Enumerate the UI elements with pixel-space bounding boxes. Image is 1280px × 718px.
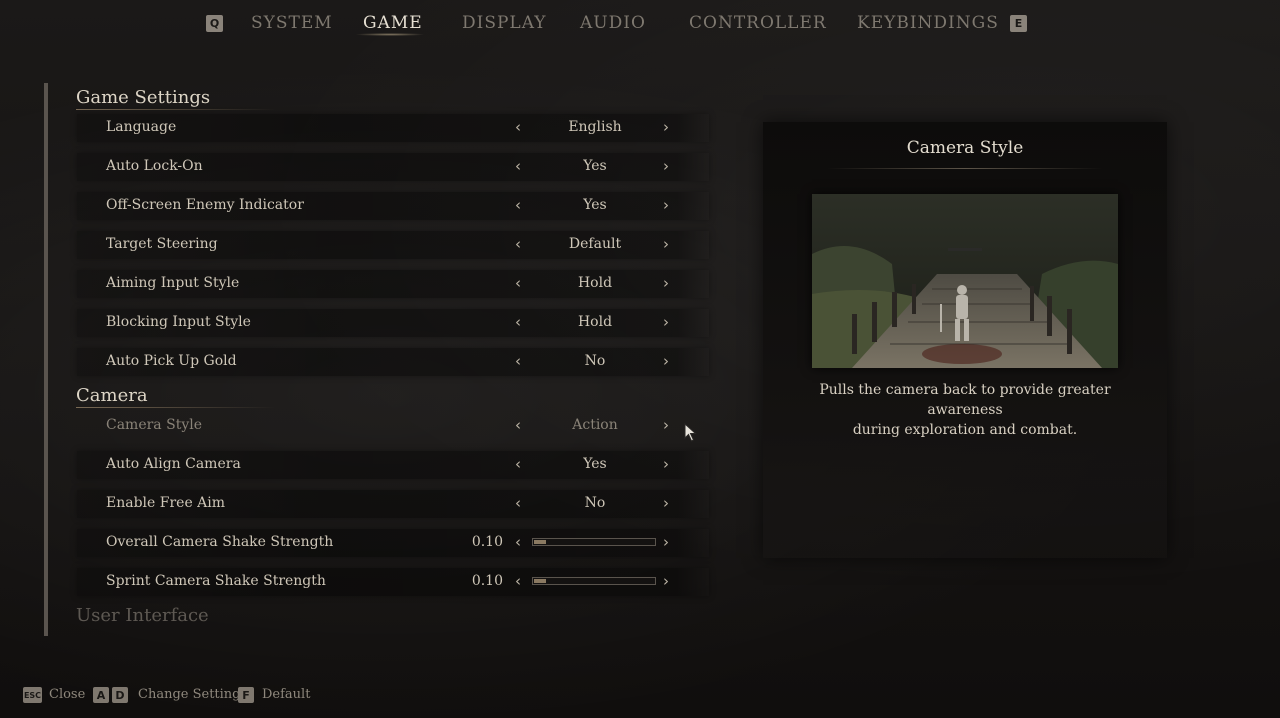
slider-fill (534, 540, 546, 544)
tab-controller[interactable]: CONTROLLER (689, 13, 827, 33)
setting-row-auto-pick-up-gold[interactable]: Auto Pick Up Gold ‹ No › (77, 348, 709, 376)
setting-row-language[interactable]: Language ‹ English › (77, 114, 709, 142)
section-header-game-settings: Game Settings (76, 87, 211, 108)
setting-value: Hold (577, 275, 613, 291)
setting-label: Language (106, 119, 177, 135)
setting-label: Auto Pick Up Gold (106, 353, 237, 369)
setting-label: Camera Style (106, 417, 202, 433)
setting-value: Yes (583, 456, 607, 472)
setting-row-enable-free-aim[interactable]: Enable Free Aim ‹ No › (77, 490, 709, 518)
chevron-left-icon[interactable]: ‹ (515, 157, 521, 175)
camera-shake-slider[interactable] (532, 538, 656, 546)
setting-label: Enable Free Aim (106, 495, 226, 511)
setting-value: No (584, 495, 606, 511)
setting-row-blocking-input-style[interactable]: Blocking Input Style ‹ Hold › (77, 309, 709, 337)
chevron-right-icon[interactable]: › (663, 274, 669, 292)
scrollbar-thumb[interactable] (44, 83, 48, 636)
tab-audio[interactable]: AUDIO (580, 13, 646, 33)
section-divider (76, 109, 276, 110)
setting-value: Yes (583, 197, 607, 213)
setting-value: No (584, 353, 606, 369)
tab-game[interactable]: GAME (363, 13, 423, 33)
chevron-left-icon[interactable]: ‹ (515, 313, 521, 331)
chevron-right-icon[interactable]: › (663, 416, 669, 434)
setting-row-auto-lock-on[interactable]: Auto Lock-On ‹ Yes › (77, 153, 709, 181)
chevron-right-icon[interactable]: › (663, 455, 669, 473)
settings-screen: Q SYSTEM GAME DISPLAY AUDIO CONTROLLER K… (0, 0, 1280, 718)
slider-fill (534, 579, 546, 583)
f-key: F (238, 687, 254, 703)
setting-row-auto-align-camera[interactable]: Auto Align Camera ‹ Yes › (77, 451, 709, 479)
close-hint[interactable]: Close (49, 687, 85, 702)
tab-display[interactable]: DISPLAY (462, 13, 547, 33)
chevron-left-icon[interactable]: ‹ (515, 533, 521, 551)
setting-value: Action (572, 417, 618, 433)
tab-system[interactable]: SYSTEM (251, 13, 333, 33)
active-tab-indicator (355, 33, 425, 36)
chevron-right-icon[interactable]: › (663, 313, 669, 331)
section-header-user-interface: User Interface (76, 605, 209, 626)
setting-label: Target Steering (106, 236, 218, 252)
setting-label: Auto Align Camera (106, 456, 241, 472)
chevron-left-icon[interactable]: ‹ (515, 572, 521, 590)
d-key: D (112, 687, 128, 703)
info-divider (827, 168, 1103, 169)
section-header-camera: Camera (76, 385, 148, 406)
mouse-cursor-icon (684, 423, 697, 442)
setting-label: Overall Camera Shake Strength (106, 534, 334, 550)
chevron-right-icon[interactable]: › (663, 352, 669, 370)
setting-row-offscreen-enemy-indicator[interactable]: Off-Screen Enemy Indicator ‹ Yes › (77, 192, 709, 220)
chevron-left-icon[interactable]: ‹ (515, 274, 521, 292)
setting-label: Aiming Input Style (106, 275, 240, 291)
chevron-right-icon[interactable]: › (663, 118, 669, 136)
info-title: Camera Style (906, 138, 1024, 158)
slider-value: 0.10 (471, 534, 503, 550)
chevron-left-icon[interactable]: ‹ (515, 196, 521, 214)
info-description-line: during exploration and combat. (852, 422, 1078, 438)
setting-label: Off-Screen Enemy Indicator (106, 197, 304, 213)
chevron-right-icon[interactable]: › (663, 572, 669, 590)
chevron-right-icon[interactable]: › (663, 157, 669, 175)
chevron-left-icon[interactable]: ‹ (515, 352, 521, 370)
chevron-left-icon[interactable]: ‹ (515, 494, 521, 512)
esc-key: ESC (23, 687, 42, 703)
chevron-right-icon[interactable]: › (663, 533, 669, 551)
slider-value: 0.10 (471, 573, 503, 589)
chevron-right-icon[interactable]: › (663, 235, 669, 253)
sprint-shake-slider[interactable] (532, 577, 656, 585)
setting-row-overall-camera-shake[interactable]: Overall Camera Shake Strength 0.10 ‹ › (77, 529, 709, 557)
chevron-left-icon[interactable]: ‹ (515, 455, 521, 473)
setting-row-camera-style[interactable]: Camera Style ‹ Action › (77, 412, 709, 440)
chevron-right-icon[interactable]: › (663, 196, 669, 214)
info-description: Pulls the camera back to provide greater… (793, 380, 1137, 440)
chevron-left-icon[interactable]: ‹ (515, 118, 521, 136)
default-hint[interactable]: Default (262, 687, 310, 702)
setting-value: Default (568, 236, 622, 252)
section-divider (76, 407, 276, 408)
setting-label: Auto Lock-On (106, 158, 203, 174)
setting-row-sprint-camera-shake[interactable]: Sprint Camera Shake Strength 0.10 ‹ › (77, 568, 709, 596)
next-tab-key[interactable]: E (1010, 15, 1027, 32)
prev-tab-key[interactable]: Q (206, 15, 223, 32)
setting-label: Sprint Camera Shake Strength (106, 573, 326, 589)
setting-value: English (568, 119, 622, 135)
setting-row-aiming-input-style[interactable]: Aiming Input Style ‹ Hold › (77, 270, 709, 298)
change-setting-hint[interactable]: Change Setting (138, 687, 241, 702)
chevron-left-icon[interactable]: ‹ (515, 416, 521, 434)
chevron-right-icon[interactable]: › (663, 494, 669, 512)
chevron-left-icon[interactable]: ‹ (515, 235, 521, 253)
a-key: A (93, 687, 109, 703)
setting-info-panel: Camera Style Pulls the camera back to pr… (763, 122, 1167, 558)
settings-scrollbar[interactable] (44, 83, 48, 636)
setting-value: Hold (577, 314, 613, 330)
setting-label: Blocking Input Style (106, 314, 251, 330)
setting-value: Yes (583, 158, 607, 174)
camera-style-preview-image (812, 194, 1118, 368)
setting-row-target-steering[interactable]: Target Steering ‹ Default › (77, 231, 709, 259)
tab-keybindings[interactable]: KEYBINDINGS (857, 13, 999, 33)
info-description-line: Pulls the camera back to provide greater… (819, 382, 1111, 418)
tab-bar: Q SYSTEM GAME DISPLAY AUDIO CONTROLLER K… (0, 0, 1280, 48)
